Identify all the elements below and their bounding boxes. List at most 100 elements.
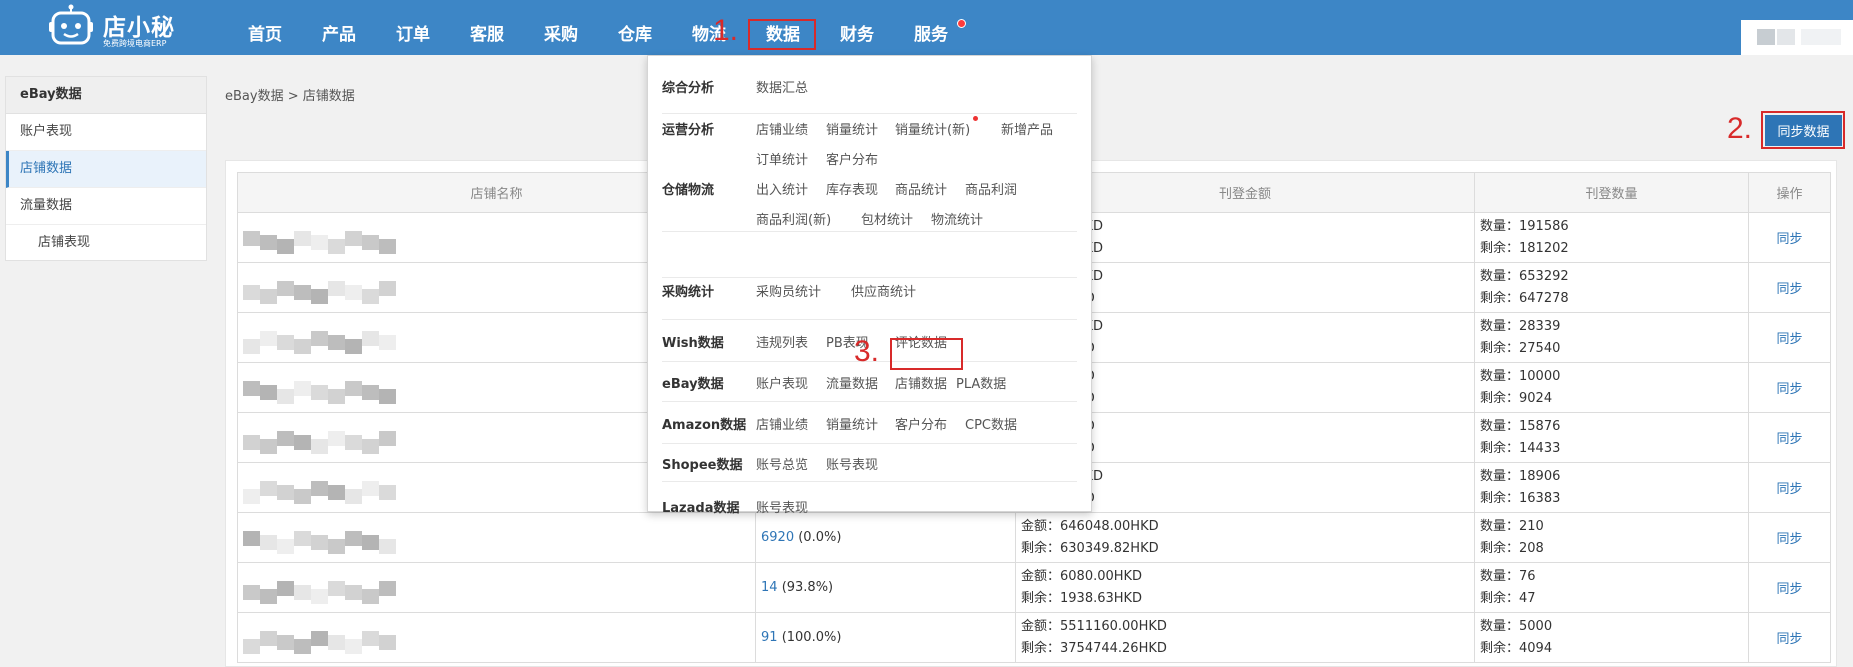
dd-item-store-performance[interactable]: 店铺业绩 [756, 414, 808, 433]
dd-item-pla-data[interactable]: PLA数据 [956, 373, 1006, 392]
sidebar-item-store-performance[interactable]: 店铺表现 [6, 225, 206, 261]
sync-row-link[interactable]: 同步 [1776, 282, 1802, 297]
actions-cell: 同步 [1748, 412, 1831, 463]
table-row: 14 (93.8%) 金额：6080.00HKD 剩余：1938.63HKD 数量：7… [237, 562, 1831, 613]
dd-group-overview: 综合分析 数据汇总 [662, 56, 1077, 114]
views-link[interactable]: 91 [761, 630, 778, 645]
dd-item-account-performance[interactable]: 账号表现 [756, 497, 808, 516]
nav-orders[interactable]: 订单 [396, 0, 430, 55]
dd-item-account-performance[interactable]: 账号表现 [826, 454, 878, 473]
dd-item-store-data[interactable]: 店铺数据 [895, 373, 947, 392]
nav-services[interactable]: 服务 [914, 0, 948, 55]
store-name-blurred [238, 563, 398, 612]
nav-products[interactable]: 产品 [322, 0, 356, 55]
qty-total: 数量：653292 [1480, 268, 1569, 284]
nav-home[interactable]: 首页 [248, 0, 282, 55]
listing-qty-cell: 数量：28339 剩余：27540 [1474, 312, 1749, 363]
views-percent: (93.8%) [781, 580, 834, 595]
actions-cell: 同步 [1748, 562, 1831, 613]
logo-subtitle: 免费跨境电商ERP [103, 39, 167, 48]
dd-item-traffic-data[interactable]: 流量数据 [826, 373, 878, 392]
nav-finance[interactable]: 财务 [840, 0, 874, 55]
dd-item-order-stats[interactable]: 订单统计 [756, 149, 808, 168]
dd-item-sales-stats-new[interactable]: 销量统计(新) [895, 119, 970, 138]
qty-remaining: 剩余：181202 [1480, 240, 1569, 256]
dd-item-account-overview[interactable]: 账号总览 [756, 454, 808, 473]
qty-remaining: 剩余：4094 [1480, 640, 1553, 656]
sync-row-link[interactable]: 同步 [1776, 532, 1802, 547]
qty-remaining: 剩余：647278 [1480, 290, 1569, 306]
dd-group-purchasing: 采购统计 采购员统计 供应商统计 [662, 277, 1077, 320]
actions-cell: 同步 [1748, 212, 1831, 263]
sync-row-link[interactable]: 同步 [1776, 582, 1802, 597]
dd-item-inventory-performance[interactable]: 库存表现 [826, 179, 878, 198]
dd-item-customer-distribution[interactable]: 客户分布 [895, 414, 947, 433]
dd-item-product-profit-new[interactable]: 商品利润(新) [756, 209, 831, 228]
qty-total: 数量：10000 [1480, 368, 1561, 384]
user-account-box[interactable] [1741, 20, 1853, 55]
amount-total: 金额：646048.00HKD [1021, 518, 1159, 534]
dd-item-sales-stats[interactable]: 销量统计 [826, 414, 878, 433]
new-badge-dot [973, 116, 978, 121]
highlight-nav-data [748, 19, 816, 50]
dd-group-warehouse: 仓储物流 出入统计 库存表现 商品统计 商品利润 商品利润(新) 包材统计 物流… [662, 174, 1077, 278]
highlight-store-data [890, 338, 963, 370]
logo[interactable]: 店小秘 免费跨境电商ERP [48, 4, 198, 50]
dd-item-cpc-data[interactable]: CPC数据 [965, 414, 1017, 433]
dd-item-supplier-stats[interactable]: 供应商统计 [851, 281, 916, 300]
dd-item-product-profit[interactable]: 商品利润 [965, 179, 1017, 198]
qty-total: 数量：191586 [1480, 218, 1569, 234]
nav-customer-service[interactable]: 客服 [470, 0, 504, 55]
actions-cell: 同步 [1748, 612, 1831, 663]
dd-item-new-products[interactable]: 新增产品 [1001, 119, 1053, 138]
qty-remaining: 剩余：14433 [1480, 440, 1561, 456]
views-cell: 91 (100.0%) [755, 612, 1016, 663]
sync-row-link[interactable]: 同步 [1776, 332, 1802, 347]
sync-row-link[interactable]: 同步 [1776, 432, 1802, 447]
dd-item-packaging-stats[interactable]: 包材统计 [861, 209, 913, 228]
dd-item-store-performance[interactable]: 店铺业绩 [756, 119, 808, 138]
avatar [1757, 29, 1775, 45]
nav-warehouse[interactable]: 仓库 [618, 0, 652, 55]
table-row: 6920 (0.0%) 金额：646048.00HKD 剩余：630349.82HK… [237, 512, 1831, 563]
annotation-step-1: 1. [713, 14, 739, 47]
sidebar-item-traffic-data[interactable]: 流量数据 [6, 188, 206, 225]
data-dropdown-menu: 综合分析 数据汇总 运营分析 店铺业绩 销量统计 销量统计(新) 新增产品 订单… [647, 55, 1092, 516]
dd-category: 采购统计 [662, 285, 715, 300]
sidebar-item-store-data[interactable]: 店铺数据 [6, 151, 206, 188]
dd-item-data-summary[interactable]: 数据汇总 [756, 77, 808, 96]
views-cell: 6920 (0.0%) [755, 512, 1016, 563]
listing-amount-cell: 金额：5511160.00HKD 剩余：3754744.26HKD [1015, 612, 1475, 663]
sync-row-link[interactable]: 同步 [1776, 232, 1802, 247]
dd-group-lazada: Lazada数据 账号表现 [662, 481, 1077, 516]
store-name-blurred [238, 513, 398, 562]
qty-remaining: 剩余：9024 [1480, 390, 1553, 406]
qty-remaining: 剩余：208 [1480, 540, 1544, 556]
dd-group-shopee: Shopee数据 账号总览 账号表现 [662, 443, 1077, 482]
dd-item-violations[interactable]: 违规列表 [756, 332, 808, 351]
dd-item-buyer-stats[interactable]: 采购员统计 [756, 281, 821, 300]
views-cell: 14 (93.8%) [755, 562, 1016, 613]
listing-qty-cell: 数量：653292 剩余：647278 [1474, 262, 1749, 313]
dd-item-sales-stats[interactable]: 销量统计 [826, 119, 878, 138]
dd-item-account-performance[interactable]: 账户表现 [756, 373, 808, 392]
nav-purchasing[interactable]: 采购 [544, 0, 578, 55]
qty-total: 数量：18906 [1480, 468, 1561, 484]
dd-item-logistics-stats[interactable]: 物流统计 [931, 209, 983, 228]
dd-item-product-stats[interactable]: 商品统计 [895, 179, 947, 198]
dd-item-customer-distribution[interactable]: 客户分布 [826, 149, 878, 168]
store-name-cell [237, 512, 756, 563]
store-name-blurred [238, 613, 398, 662]
sync-row-link[interactable]: 同步 [1776, 382, 1802, 397]
qty-remaining: 剩余：16383 [1480, 490, 1561, 506]
views-link[interactable]: 6920 [761, 530, 794, 545]
views-link[interactable]: 14 [761, 580, 778, 595]
amount-remaining: 剩余：1938.63HKD [1021, 590, 1143, 606]
sync-data-button[interactable]: 同步数据 [1765, 115, 1842, 146]
dd-item-in-out-stats[interactable]: 出入统计 [756, 179, 808, 198]
qty-total: 数量：5000 [1480, 618, 1553, 634]
actions-cell: 同步 [1748, 362, 1831, 413]
sync-row-link[interactable]: 同步 [1776, 632, 1802, 647]
sidebar-item-account-performance[interactable]: 账户表现 [6, 114, 206, 151]
sync-row-link[interactable]: 同步 [1776, 482, 1802, 497]
